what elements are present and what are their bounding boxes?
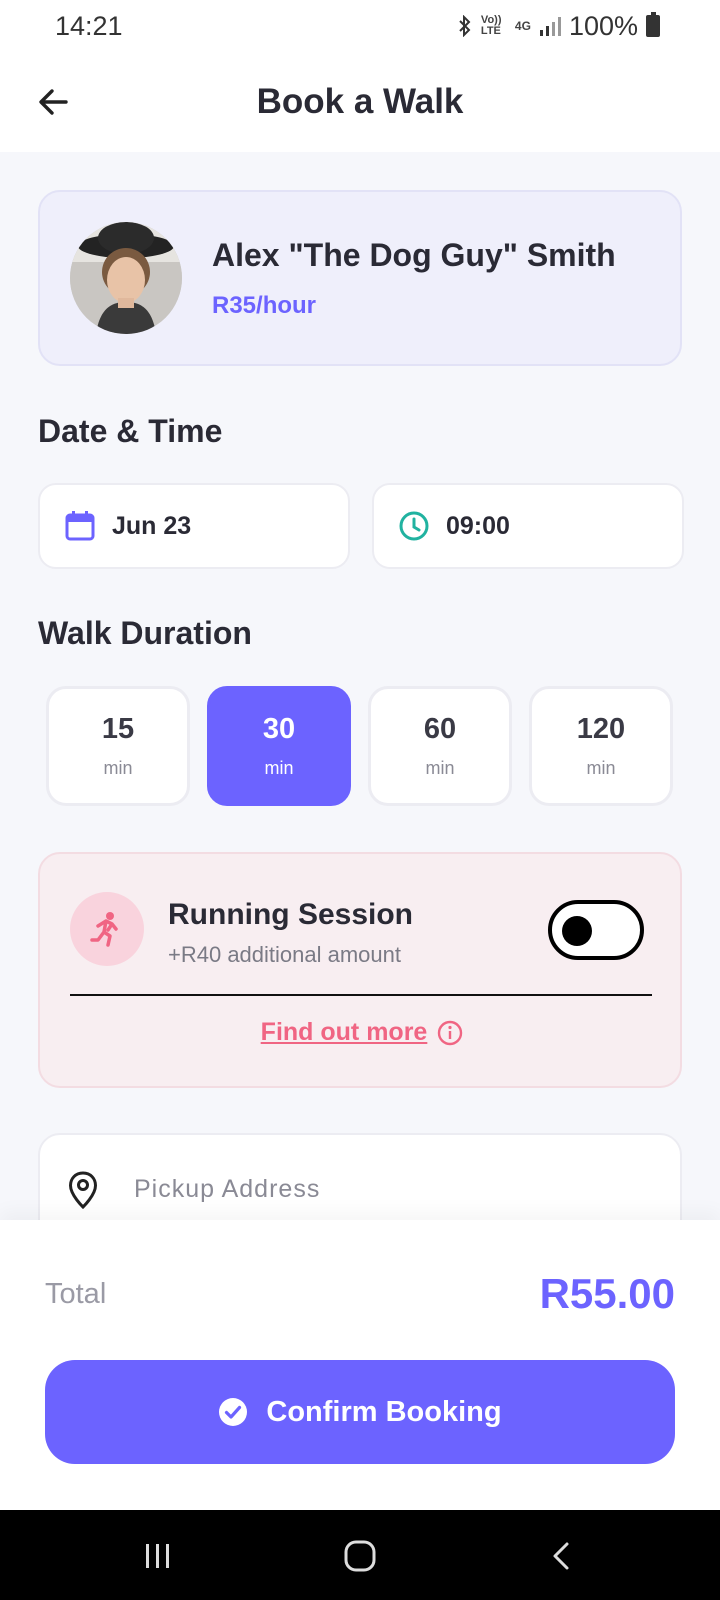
page-title: Book a Walk [256,82,464,121]
find-out-more-link[interactable]: Find out more [261,1018,428,1047]
status-time: 14:21 [55,10,123,41]
recent-apps-icon [146,1544,169,1568]
duration-option-30[interactable]: 30 min [207,686,351,806]
home-button[interactable] [338,1534,382,1578]
bluetooth-icon [459,15,471,37]
running-person-icon [90,912,118,947]
network-type-label: 4G [514,19,531,33]
running-session-card: Running Session +R40 additional amount F… [38,852,682,1088]
info-icon[interactable] [437,1020,463,1046]
time-value: 09:00 [446,511,510,540]
total-label: Total [45,1278,107,1310]
signal-icon [539,17,561,36]
volte-label: Vo)) LTE [480,14,502,37]
duration-option-120[interactable]: 120 min [529,686,673,806]
date-time-title: Date & Time [38,413,223,449]
duration-option-15[interactable]: 15 min [46,686,190,806]
chevron-left-icon [553,1542,569,1570]
battery-icon [646,12,660,37]
status-icons: Vo)) LTE 4G 100% [457,11,660,42]
calendar-icon [65,511,95,541]
app-header: Book a Walk [0,52,720,152]
running-icon-badge [70,892,144,966]
system-back-button[interactable] [540,1534,584,1578]
running-session-subtitle: +R40 additional amount [168,942,401,967]
check-circle-icon [219,1398,248,1426]
back-button[interactable] [30,78,78,126]
walker-name: Alex "The Dog Guy" Smith [212,236,616,273]
time-picker[interactable]: 09:00 [372,483,684,569]
location-pin-icon [68,1171,98,1209]
home-icon [344,1540,376,1572]
avatar [70,222,182,334]
system-navigation-bar [0,1510,720,1600]
booking-summary-panel: Total R55.00 Confirm Booking [0,1220,720,1510]
battery-percent: 100% [568,10,638,41]
walker-rate: R35/hour [212,291,317,319]
status-bar: 14:21 Vo)) LTE 4G 100% [0,0,720,52]
pickup-address-input[interactable] [134,1169,654,1209]
clock-icon [399,511,429,541]
duration-option-60[interactable]: 60 min [368,686,512,806]
running-session-title: Running Session [168,898,414,931]
arrow-left-icon [39,89,68,115]
toggle-knob [562,916,592,946]
date-picker[interactable]: Jun 23 [38,483,350,569]
walk-duration-title: Walk Duration [38,615,252,651]
divider [70,994,652,996]
walker-card: Alex "The Dog Guy" Smith R35/hour [38,190,682,366]
date-value: Jun 23 [112,511,192,540]
confirm-booking-label: Confirm Booking [266,1395,502,1428]
running-session-toggle[interactable] [548,900,644,960]
total-value: R55.00 [539,1270,675,1317]
recent-apps-button[interactable] [136,1534,180,1578]
confirm-booking-button[interactable]: Confirm Booking [45,1360,675,1464]
